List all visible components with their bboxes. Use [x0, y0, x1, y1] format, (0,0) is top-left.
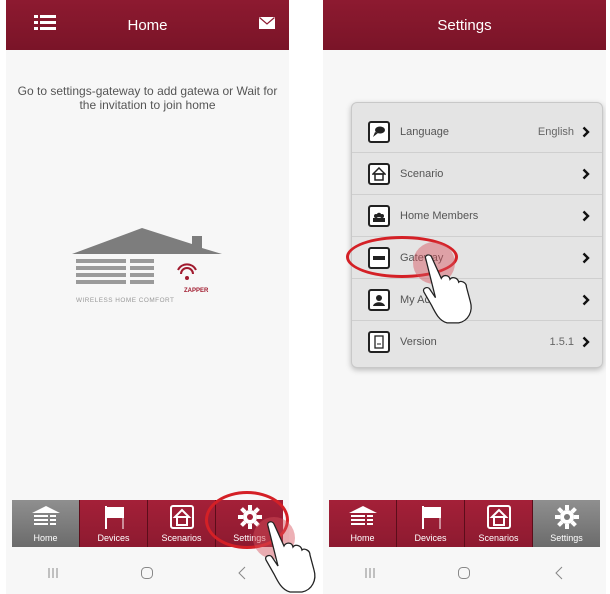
tab-scenarios[interactable]: Scenarios: [148, 500, 216, 547]
tab-label: Home: [350, 533, 375, 543]
chat-bubble-icon: [368, 120, 390, 143]
zapper-house-logo-icon: ZAPPER WIRELESS HOME COMFORT: [72, 228, 222, 304]
gateway-hint-text: Go to settings-gateway to add gatewa or …: [17, 84, 278, 112]
recent-apps-icon[interactable]: [33, 561, 73, 585]
settings-item-gateway[interactable]: Gateway: [352, 237, 602, 279]
tab-label: Scenarios: [478, 533, 519, 543]
zapper-logo: ZAPPER WIRELESS HOME COMFORT: [72, 226, 222, 312]
home-circle-icon[interactable]: [444, 561, 484, 585]
tab-label: Settings: [550, 533, 583, 543]
house-box-icon: [169, 505, 194, 529]
tab-label: Home: [33, 533, 58, 543]
tab-devices[interactable]: Devices: [80, 500, 148, 547]
house-icon: [368, 162, 390, 185]
system-nav-bar: [6, 552, 289, 594]
bottom-tab-bar: Home Devices Scenarios Settings: [12, 500, 283, 547]
chevron-right-icon: [582, 126, 590, 137]
menu-list-icon[interactable]: [34, 13, 56, 35]
gear-icon: [237, 505, 262, 529]
recent-apps-icon[interactable]: [350, 561, 390, 585]
settings-list: Language English Scenario Home Members G…: [351, 102, 603, 368]
gateway-icon: [368, 246, 390, 269]
tab-label: Scenarios: [161, 533, 202, 543]
members-icon: [368, 204, 390, 227]
gear-icon: [554, 505, 579, 529]
settings-item-my-account[interactable]: My Account: [352, 279, 602, 321]
person-icon: [368, 288, 390, 311]
tab-label: Settings: [233, 533, 266, 543]
settings-item-home-members[interactable]: Home Members: [352, 195, 602, 237]
tab-scenarios[interactable]: Scenarios: [465, 500, 533, 547]
settings-screen: Settings Language English Scenario Home …: [323, 0, 606, 594]
house-box-icon: [486, 505, 511, 529]
home-circle-icon[interactable]: [127, 561, 167, 585]
home-logo-icon: [31, 506, 60, 525]
tab-home[interactable]: Home: [329, 500, 397, 547]
bottom-tab-bar: Home Devices Scenarios Settings: [329, 500, 600, 547]
back-chevron-icon[interactable]: [539, 561, 579, 585]
system-nav-bar: [323, 552, 606, 594]
tab-settings[interactable]: Settings: [533, 500, 600, 547]
home-logo-icon: [348, 506, 377, 525]
svg-text:ZAPPER: ZAPPER: [184, 288, 209, 294]
settings-item-version[interactable]: Version 1.5.1: [352, 321, 602, 363]
chevron-right-icon: [582, 252, 590, 263]
home-screen: Home Go to settings-gateway to add gatew…: [6, 0, 289, 594]
tab-label: Devices: [414, 533, 447, 543]
page-title: Home: [127, 16, 168, 34]
envelope-icon[interactable]: [259, 17, 275, 29]
tab-label: Devices: [97, 533, 130, 543]
flag-icon: [104, 506, 124, 529]
home-header: Home: [6, 0, 289, 50]
page-title: Settings: [437, 16, 492, 34]
chevron-right-icon: [582, 168, 590, 179]
tab-devices[interactable]: Devices: [397, 500, 465, 547]
settings-header: Settings: [323, 0, 606, 50]
chevron-right-icon: [582, 294, 590, 305]
chevron-right-icon: [582, 336, 590, 348]
svg-text:WIRELESS HOME COMFORT: WIRELESS HOME COMFORT: [76, 297, 174, 304]
flag-icon: [421, 506, 441, 529]
settings-item-language[interactable]: Language English: [352, 111, 602, 153]
tab-settings[interactable]: Settings: [216, 500, 283, 547]
tab-home[interactable]: Home: [12, 500, 80, 547]
chevron-right-icon: [582, 210, 590, 221]
document-icon: [368, 331, 390, 353]
back-chevron-icon[interactable]: [222, 561, 262, 585]
settings-item-scenario[interactable]: Scenario: [352, 153, 602, 195]
